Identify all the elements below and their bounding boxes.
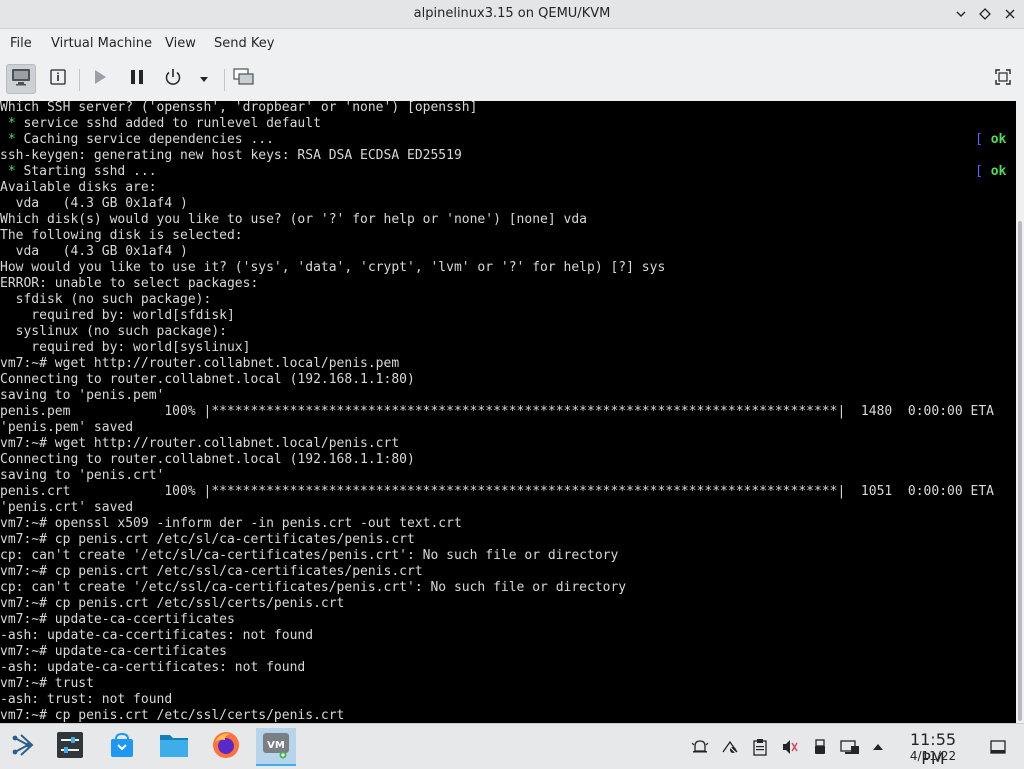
firefox-icon	[211, 730, 241, 764]
task-firefox[interactable]	[206, 728, 246, 766]
console-line: * Caching service dependencies ...	[0, 132, 274, 147]
info-icon	[49, 68, 67, 90]
console-line: penis.crt 100% |************************…	[0, 484, 994, 499]
console-line: Connecting to router.collabnet.local (19…	[0, 372, 415, 387]
ok-status-marker: [ ok ]	[975, 164, 1016, 179]
folder-icon	[159, 731, 189, 763]
console-line: ERROR: unable to select packages:	[0, 276, 259, 291]
task-discover[interactable]	[102, 728, 142, 766]
menu-send-key[interactable]: Send Key	[214, 36, 274, 51]
virt-manager-icon: VM	[261, 729, 291, 763]
application-launcher[interactable]	[2, 728, 42, 766]
expand-tray-icon[interactable]	[868, 737, 888, 757]
minimize-button[interactable]	[952, 5, 970, 23]
pause-icon	[128, 68, 146, 90]
taskbar: VM 11:55 PM 4/11/22	[0, 723, 1024, 769]
pause-button[interactable]	[122, 64, 152, 94]
console-line: -ash: update-ca-ccertificates: not found	[0, 628, 314, 643]
toolbar	[0, 59, 1024, 101]
console-line: 'penis.pem' saved	[0, 420, 134, 435]
console-line: cp: can't create '/etc/ssl/ca-certificat…	[0, 580, 627, 595]
console-line: vda (4.3 GB 0x1af4 )	[0, 244, 188, 259]
console-line: cp: can't create '/etc/sl/ca-certificate…	[0, 548, 619, 563]
console-line: Which SSH server? ('openssh', 'dropbear'…	[0, 101, 478, 115]
maximize-button[interactable]	[976, 5, 994, 23]
console-line: vm7:~# cp penis.crt /etc/ssl/certs/penis…	[0, 596, 345, 611]
console-line: syslinux (no such package):	[0, 324, 227, 339]
console-line: -ash: trust: not found	[0, 692, 173, 707]
console-view-button[interactable]	[6, 64, 36, 94]
caret-down-icon	[198, 70, 210, 89]
clipboard-icon[interactable]	[750, 737, 770, 757]
console-line: 'penis.crt' saved	[0, 500, 134, 515]
shutdown-menu-button[interactable]	[191, 64, 217, 94]
snapshots-icon	[233, 68, 255, 90]
monitor-icon	[11, 68, 31, 90]
console-line: vm7:~# cp penis.crt /etc/ssl/ca-certific…	[0, 564, 423, 579]
console-line: * Starting sshd ...	[0, 164, 157, 179]
svg-text:VM: VM	[267, 740, 285, 751]
run-button[interactable]	[85, 64, 115, 94]
display-icon[interactable]	[840, 737, 860, 757]
console-line: vm7:~# trust	[0, 676, 94, 691]
close-button[interactable]	[1001, 5, 1019, 23]
console-line: vm7:~# wget http://router.collabnet.loca…	[0, 356, 400, 371]
kde-launcher-icon	[9, 732, 35, 762]
discover-icon	[108, 731, 136, 763]
console-line: vm7:~# openssl x509 -inform der -in peni…	[0, 516, 462, 531]
show-desktop-icon[interactable]	[988, 737, 1008, 757]
console-line: required by: world[syslinux]	[0, 340, 251, 355]
vm-console-display[interactable]: Which SSH server? ('openssh', 'dropbear'…	[0, 101, 1016, 723]
window-titlebar: alpinelinux3.15 on QEMU/KVM	[0, 0, 1024, 29]
console-line: -ash: update-ca-certificates: not found	[0, 660, 306, 675]
console-line: sfdisk (no such package):	[0, 292, 212, 307]
shutdown-button[interactable]	[158, 64, 188, 94]
console-line: required by: world[sfdisk]	[0, 308, 235, 323]
task-file-manager[interactable]	[154, 728, 194, 766]
clock-date[interactable]: 4/11/22	[896, 749, 970, 763]
console-line: vm7:~# cp penis.crt /etc/ssl/certs/penis…	[0, 708, 345, 723]
volume-muted-icon[interactable]	[780, 737, 800, 757]
menu-virtual-machine[interactable]: Virtual Machine	[51, 36, 152, 51]
scrollbar-thumb[interactable]	[1018, 221, 1022, 721]
menubar: File Virtual Machine View Send Key	[0, 29, 1024, 59]
ok-status-marker: [ ok ]	[975, 132, 1016, 147]
console-line: ssh-keygen: generating new host keys: RS…	[0, 148, 462, 163]
console-line: Connecting to router.collabnet.local (19…	[0, 452, 415, 467]
play-icon	[91, 68, 109, 90]
settings-icon	[56, 731, 84, 763]
menu-file[interactable]: File	[10, 36, 32, 51]
console-line: saving to 'penis.crt'	[0, 468, 165, 483]
console-line: vda (4.3 GB 0x1af4 )	[0, 196, 188, 211]
console-line: vm7:~# wget http://router.collabnet.loca…	[0, 436, 400, 451]
console-line: Which disk(s) would you like to use? (or…	[0, 212, 587, 227]
console-scrollbar[interactable]	[1016, 101, 1024, 723]
snapshots-button[interactable]	[229, 64, 259, 94]
console-line: Available disks are:	[0, 180, 157, 195]
toolbar-separator	[79, 69, 80, 91]
task-system-settings[interactable]	[50, 728, 90, 766]
toolbar-separator	[224, 69, 225, 91]
console-line: vm7:~# cp penis.crt /etc/sl/ca-certifica…	[0, 532, 415, 547]
console-line: penis.pem 100% |************************…	[0, 404, 994, 419]
notifications-icon[interactable]	[690, 737, 710, 757]
network-manager-icon[interactable]	[720, 737, 740, 757]
console-line: vm7:~# update-ca-certificates	[0, 644, 227, 659]
console-line: How would you like to use it? ('sys', 'd…	[0, 260, 666, 275]
usb-device-icon[interactable]	[810, 737, 830, 757]
console-line: vm7:~# update-ca-ccertificates	[0, 612, 235, 627]
fullscreen-button[interactable]	[988, 64, 1018, 94]
console-line: saving to 'penis.pem'	[0, 388, 165, 403]
details-view-button[interactable]	[43, 64, 73, 94]
task-virt-manager[interactable]: VM	[256, 728, 296, 766]
menu-view[interactable]: View	[165, 36, 196, 51]
console-line: The following disk is selected:	[0, 228, 243, 243]
fullscreen-icon	[994, 68, 1012, 90]
window-title: alpinelinux3.15 on QEMU/KVM	[413, 6, 611, 21]
power-icon	[164, 68, 182, 90]
console-line: * service sshd added to runlevel default	[0, 116, 321, 131]
